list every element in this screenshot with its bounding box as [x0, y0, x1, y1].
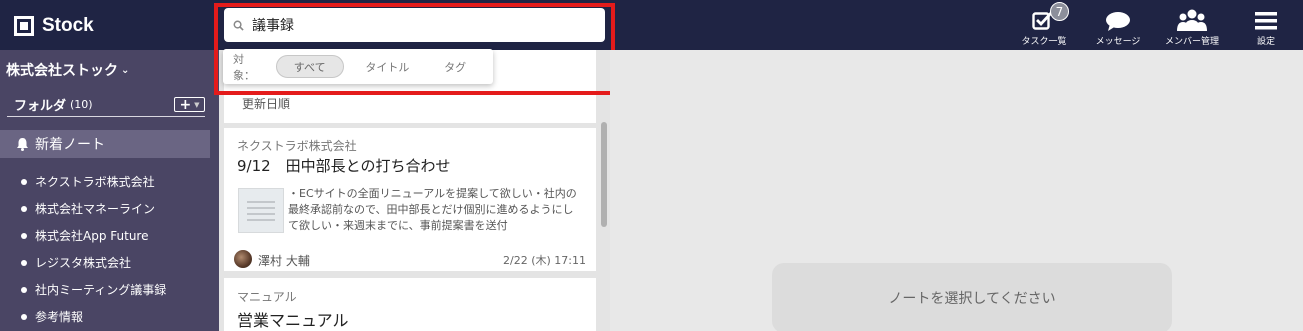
nav-members-label: メンバー管理 [1164, 37, 1219, 47]
app-logo[interactable]: Stock [14, 15, 94, 37]
new-notes-label: 新着ノート [35, 137, 105, 153]
note-card[interactable]: マニュアル 営業マニュアル [224, 278, 596, 331]
company-switcher[interactable]: 株式会社ストック ⌄ [6, 60, 129, 80]
folder-label: 参考情報 [35, 310, 84, 324]
note-title: 9/12 田中部長との打ち合わせ [237, 157, 451, 175]
folder-list: ネクストラボ株式会社 株式会社マネーライン 株式会社App Future レジス… [21, 168, 166, 330]
note-excerpt: ・ECサイトの全面リニューアルを提案して欲しい・社内の最終承認前なので、田中部長… [288, 187, 577, 232]
note-thumbnail [238, 188, 284, 233]
nav-tasks[interactable]: タスク一覧 7 [1007, 0, 1081, 50]
caret-down-icon: ▼ [194, 100, 200, 109]
sidebar-item-folder[interactable]: ネクストラボ株式会社 [21, 168, 166, 195]
app-header: Stock タスク一覧 7 メッセージ メンバー管理 設定 [0, 0, 1303, 50]
folder-header: フォルダ (10) + ▼ [7, 93, 205, 117]
task-count-badge: 7 [1050, 2, 1069, 21]
folder-label: 株式会社マネーライン [35, 202, 156, 216]
members-icon [1177, 9, 1207, 31]
folder-count: (10) [70, 98, 93, 111]
bullet-icon [21, 232, 27, 239]
bullet-icon [21, 205, 27, 212]
note-detail-area: ノートを選択してください [610, 50, 1303, 331]
note-list-scrollbar[interactable] [601, 122, 607, 227]
avatar [234, 250, 252, 268]
sidebar-item-folder[interactable]: 株式会社App Future [21, 222, 166, 249]
bullet-icon [21, 286, 27, 293]
note-folder-name: ネクストラボ株式会社 [237, 139, 357, 153]
sidebar: 株式会社ストック ⌄ フォルダ (10) + ▼ 新着ノート ネクストラボ株式会… [0, 50, 219, 331]
plus-icon: + [179, 96, 192, 113]
note-folder-name: マニュアル [237, 290, 297, 304]
sidebar-item-folder[interactable]: レジスタ株式会社 [21, 249, 166, 276]
note-title: 営業マニュアル [237, 311, 349, 330]
sidebar-item-folder[interactable]: 社内ミーティング議事録 [21, 276, 166, 303]
bullet-icon [21, 178, 27, 185]
nav-messages-label: メッセージ [1095, 37, 1141, 47]
bullet-icon [21, 259, 27, 266]
sidebar-item-folder[interactable]: 株式会社マネーライン [21, 195, 166, 222]
add-folder-button[interactable]: + ▼ [174, 97, 205, 112]
nav-settings-label: 設定 [1256, 37, 1275, 47]
note-author: 澤村 大輔 [258, 254, 310, 268]
header-nav: タスク一覧 7 メッセージ メンバー管理 設定 [1007, 0, 1303, 50]
folder-label: 社内ミーティング議事録 [35, 283, 167, 297]
folder-title: フォルダ [14, 99, 67, 114]
nav-settings[interactable]: 設定 [1229, 0, 1303, 50]
nav-tasks-label: タスク一覧 [1021, 37, 1067, 47]
folder-label: ネクストラボ株式会社 [35, 175, 155, 189]
nav-members[interactable]: メンバー管理 [1155, 0, 1229, 50]
company-name: 株式会社ストック [6, 63, 118, 79]
app-name: Stock [42, 15, 94, 36]
stock-logo-icon [14, 16, 34, 36]
hamburger-menu-icon [1255, 12, 1277, 30]
empty-state-message: ノートを選択してください [888, 291, 1056, 307]
folder-label: 株式会社App Future [35, 229, 149, 243]
sidebar-item-folder[interactable]: 参考情報 [21, 303, 166, 330]
folder-label: レジスタ株式会社 [35, 256, 132, 270]
sort-order-toggle[interactable]: 更新日順 [242, 95, 290, 112]
chevron-down-icon: ⌄ [121, 64, 130, 76]
bullet-icon [21, 313, 27, 320]
highlight-box [214, 3, 615, 95]
note-card[interactable]: ネクストラボ株式会社 9/12 田中部長との打ち合わせ ・ECサイトの全面リニュ… [224, 128, 596, 271]
sidebar-item-new-notes[interactable]: 新着ノート [0, 130, 210, 158]
empty-state: ノートを選択してください [772, 263, 1172, 331]
bell-icon [17, 138, 28, 151]
message-bubble-icon [1106, 12, 1130, 31]
note-date: 2/22 (木) 17:11 [503, 254, 586, 267]
nav-messages[interactable]: メッセージ [1081, 0, 1155, 50]
